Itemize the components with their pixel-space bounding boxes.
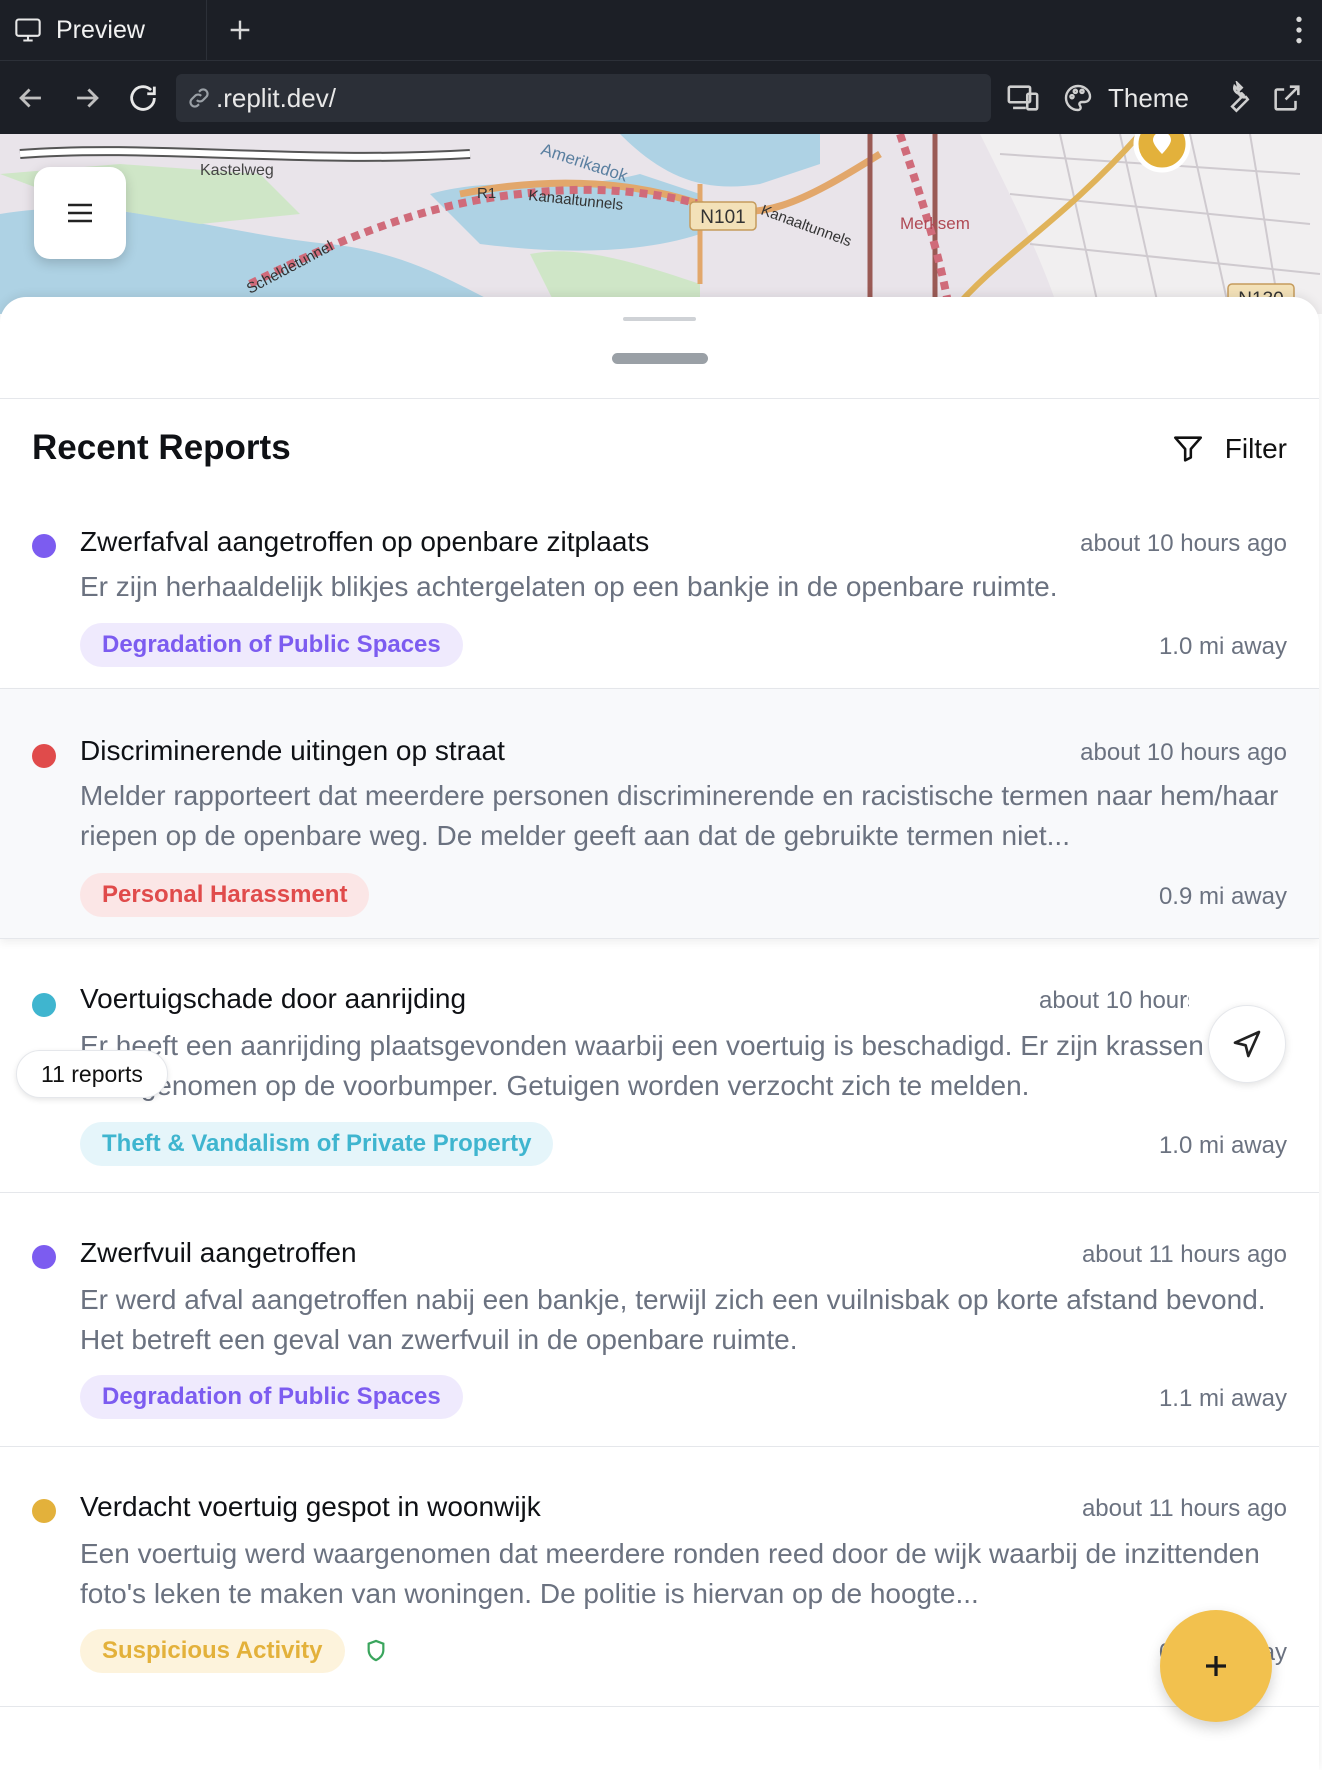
report-title: Zwerfvuil aangetroffen [80,1237,357,1268]
reports-sheet: Recent Reports Filter Zwerfafval aangetr… [0,297,1319,1770]
back-icon[interactable] [14,81,48,115]
report-title: Zwerfafval aangetroffen op openbare zitp… [80,526,650,557]
map-view[interactable]: N101 N130 Kastelweg Amerikadok R1 Kanaal… [0,134,1322,314]
sheet-drag-handle[interactable] [612,353,708,364]
list-item[interactable]: Zwerfvuil aangetroffen about 11 hours ag… [0,1193,1319,1447]
report-description: Er heeft een aanrijding plaatsgevonden w… [80,1030,1204,1101]
report-distance: 1.0 mi away [1158,1132,1287,1159]
theme-button[interactable]: Theme [1062,79,1189,117]
list-item[interactable]: Discriminerende uitingen op straat about… [0,689,1319,939]
hamburger-icon [68,203,92,223]
map-label-merksem: Merksem [900,214,970,233]
category-badge: Personal Harassment [80,873,370,917]
browser-tabbar: Preview [0,0,1322,60]
report-description: Een voertuig werd waargenomen dat meerde… [80,1538,1260,1609]
tab-label: Preview [56,15,145,44]
map-label-n101: N101 [700,207,745,228]
filter-button[interactable]: Filter [1171,432,1287,466]
reports-count-pill[interactable]: 11 reports [16,1050,168,1098]
palette-icon [1064,84,1092,112]
report-time: about 11 hours ago [1081,1241,1287,1268]
report-description: Er zijn herhaaldelijk blikjes achtergela… [80,571,1058,602]
map-label-kastelweg: Kastelweg [200,162,274,179]
plus-icon [1206,1656,1226,1676]
map-canvas: N101 N130 Kastelweg Amerikadok R1 Kanaal… [0,134,1322,314]
list-item[interactable]: Zwerfafval aangetroffen op openbare zitp… [0,480,1319,689]
list-item[interactable]: Verdacht voertuig gespot in woonwijk abo… [0,1447,1319,1707]
plus-icon[interactable] [224,14,256,46]
category-badge: Degradation of Public Spaces [80,1375,463,1419]
reload-icon[interactable] [126,81,160,115]
devices-button[interactable] [1006,79,1040,117]
url-bar[interactable]: .replit.dev/ [176,74,991,122]
map-label-r1: R1 [477,185,496,202]
add-report-button[interactable] [1160,1610,1272,1722]
list-item[interactable]: Voertuigschade door aanrijding about 10 … [0,939,1319,1193]
category-dot [32,744,56,768]
filter-icon [1173,436,1202,462]
report-time: about 10 hours ago [1080,530,1287,557]
category-badge: Theft & Vandalism of Private Property [80,1122,554,1166]
category-dot [32,534,56,558]
report-title: Discriminerende uitingen op straat [80,735,505,766]
forward-icon[interactable] [70,81,104,115]
report-description: Melder rapporteert dat meerdere personen… [80,780,1279,851]
page-title: Recent Reports [32,428,291,467]
menu-button[interactable] [34,167,126,259]
category-badge: Degradation of Public Spaces [80,623,463,667]
locate-button[interactable] [1208,1005,1286,1083]
link-icon [189,88,209,108]
theme-label: Theme [1108,82,1189,113]
external-link-icon[interactable] [1270,81,1304,115]
browser-toolbar: .replit.dev/ Theme [0,60,1322,134]
report-distance: 0.9 mi away [1158,883,1287,910]
divider [0,398,1319,399]
devices-icon [1007,85,1039,111]
tab-preview[interactable]: Preview [0,0,207,60]
report-description: Er werd afval aangetroffen nabij een ban… [80,1284,1266,1355]
report-time: about 10 hours ago [1039,987,1189,1014]
report-distance: 1.1 mi away [1158,1385,1287,1412]
reports-count-label: 11 reports [41,1060,143,1087]
category-badge: Suspicious Activity [80,1629,345,1673]
monitor-icon [15,18,41,42]
report-time: about 11 hours ago [1081,1495,1287,1522]
category-dot [32,993,56,1017]
shield-icon [367,1639,385,1662]
category-dot [32,1245,56,1269]
report-title: Verdacht voertuig gespot in woonwijk [80,1491,541,1522]
url-text: .replit.dev/ [216,82,336,113]
report-distance: 1.0 mi away [1158,633,1287,660]
wrench-icon[interactable] [1218,81,1252,115]
sheet-grip-top[interactable] [623,317,696,321]
report-time: about 10 hours ago [1080,739,1287,766]
kebab-icon[interactable] [1294,14,1304,46]
report-title: Voertuigschade door aanrijding [80,983,467,1014]
filter-label: Filter [1224,433,1287,464]
category-dot [32,1499,56,1523]
navigate-icon [1233,1030,1261,1058]
